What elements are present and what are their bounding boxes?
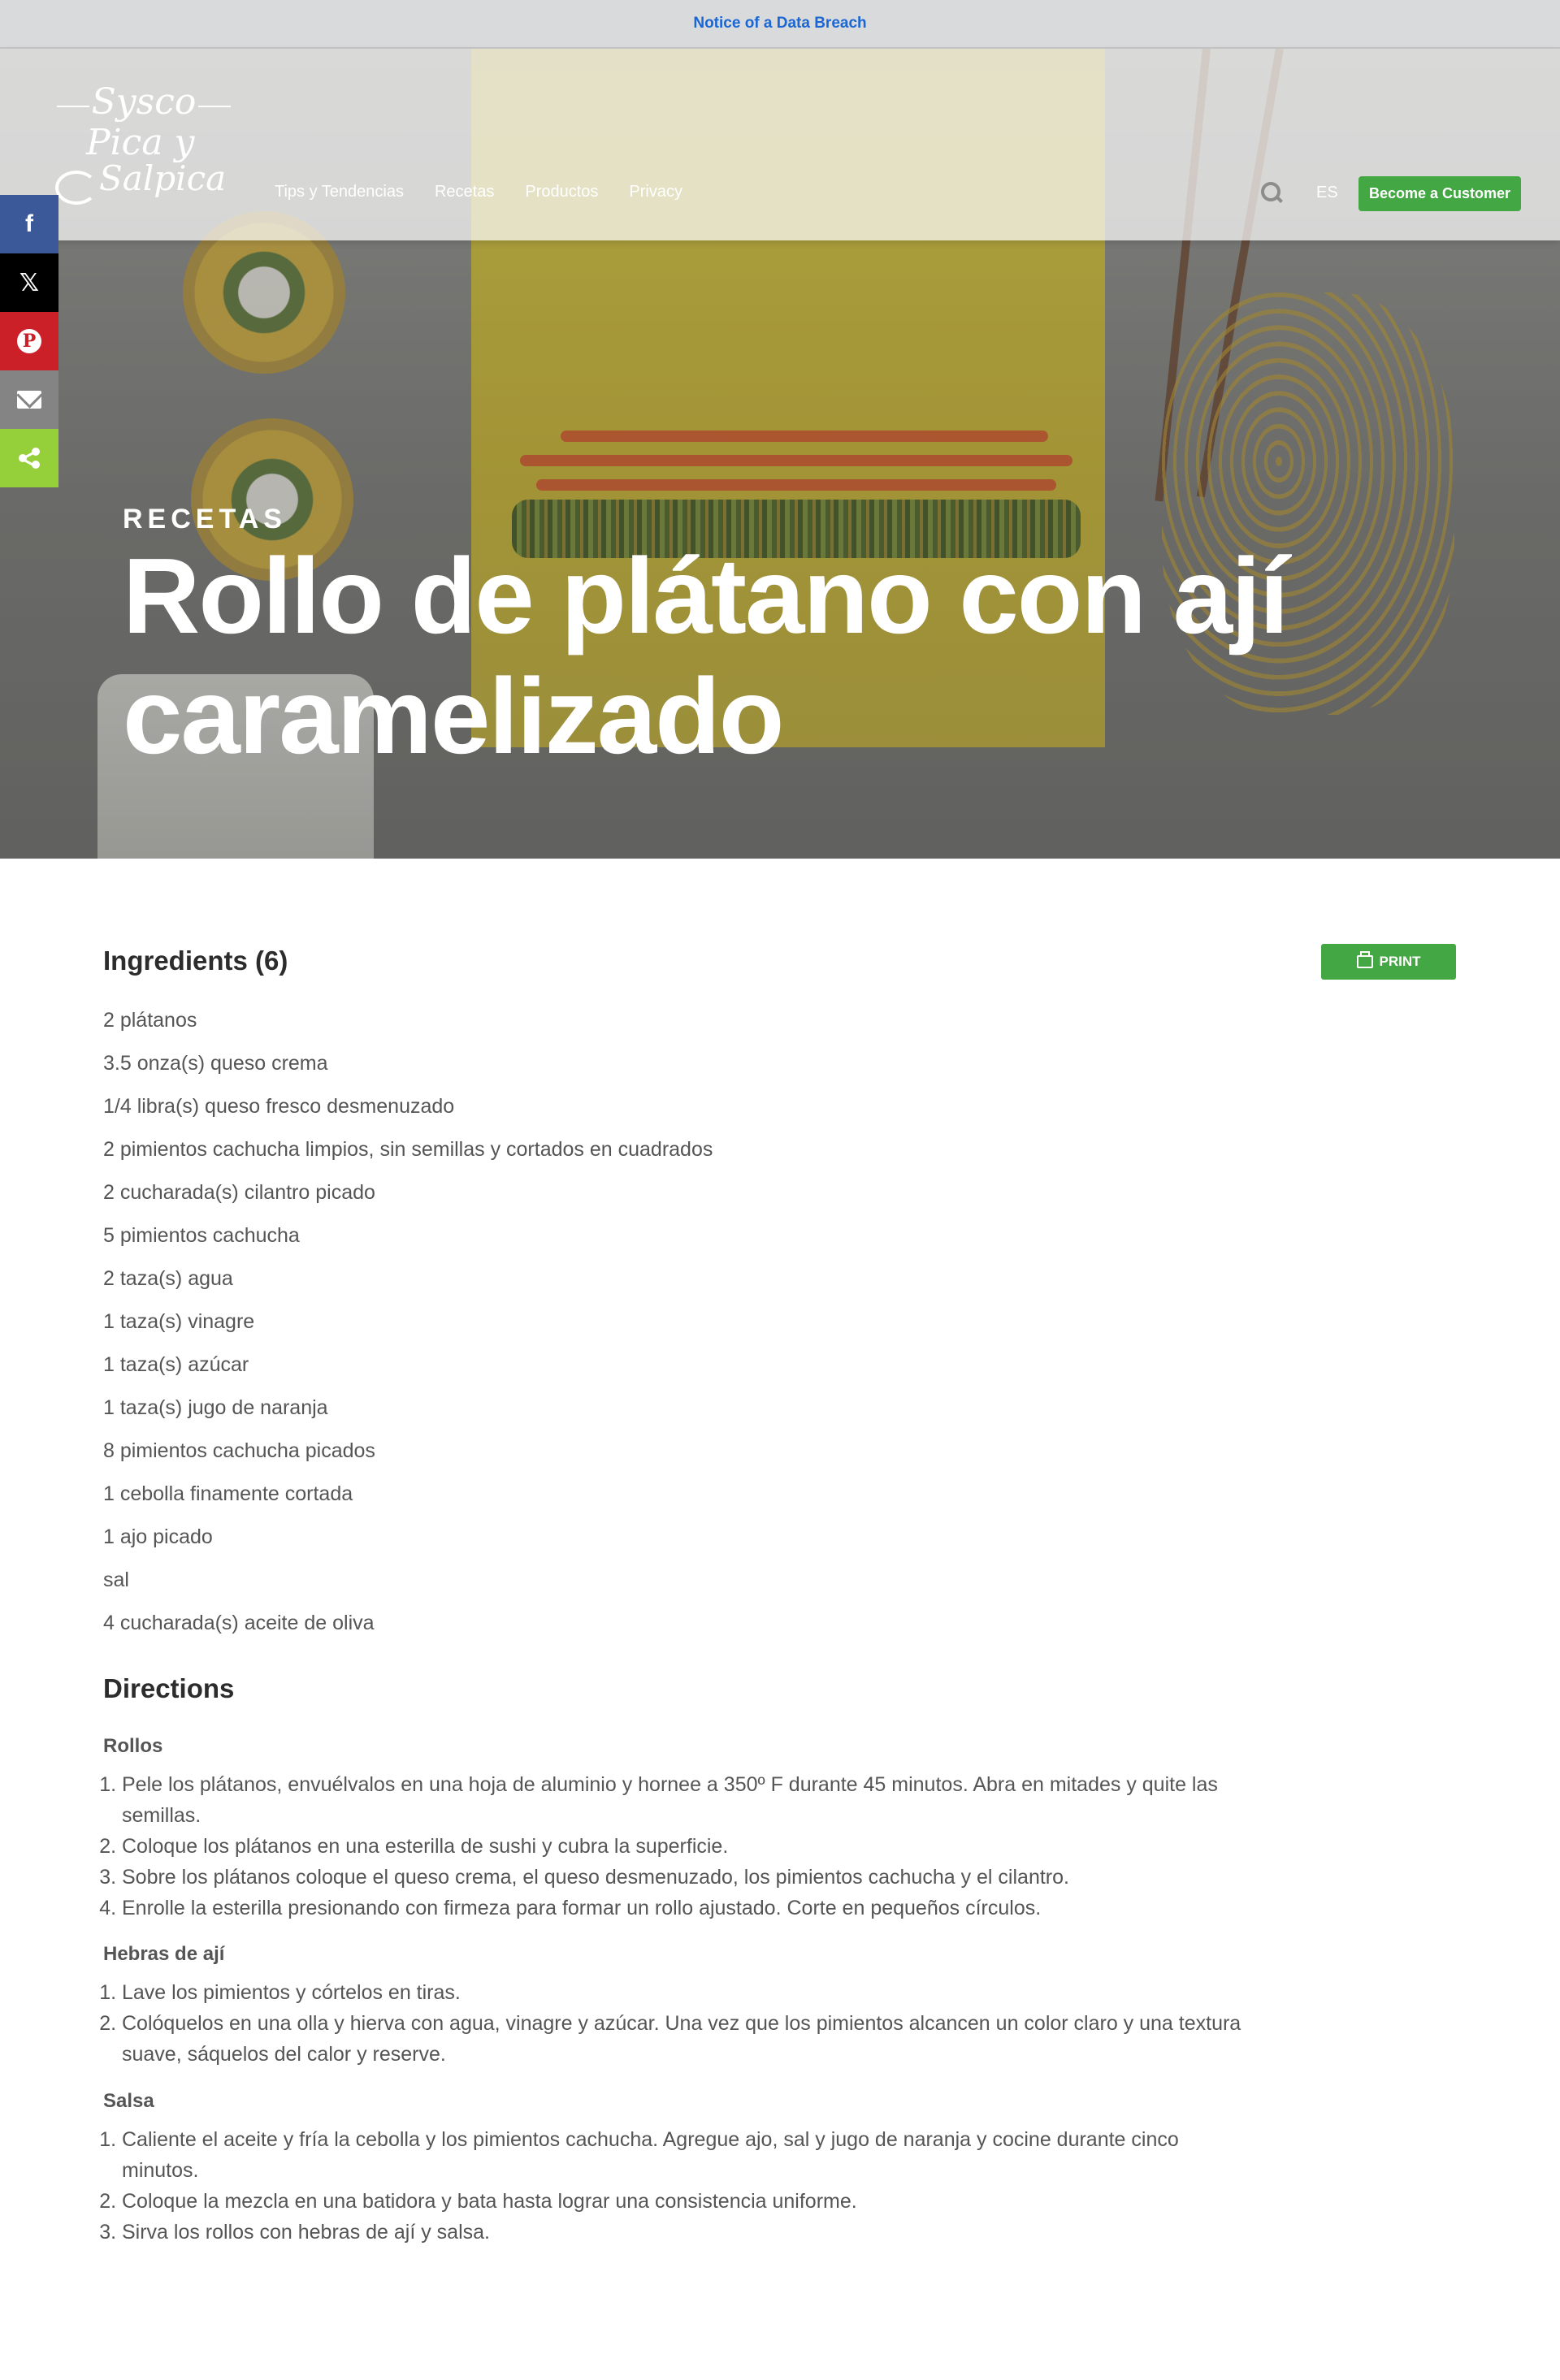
section-heading: Rollos bbox=[103, 1735, 163, 1757]
ingredient-item: 1 taza(s) vinagre bbox=[103, 1310, 255, 1333]
share-rail: f 𝕏 P bbox=[0, 195, 58, 487]
ingredient-item: 1/4 libra(s) queso fresco desmenuzado bbox=[103, 1095, 455, 1118]
step-item: Caliente el aceite y fría la cebolla y l… bbox=[122, 2124, 1251, 2186]
site-logo[interactable]: Sysco Pica y Salpica bbox=[50, 81, 237, 205]
ingredient-item: 2 cucharada(s) cilantro picado bbox=[103, 1181, 375, 1204]
notice-bar: Notice of a Data Breach bbox=[0, 0, 1560, 49]
ingredient-item: 1 taza(s) azúcar bbox=[103, 1353, 249, 1376]
directions-section-rollos: Rollos Pele los plátanos, envuélvalos en… bbox=[103, 1735, 1257, 1923]
logo-line-2: Salpica bbox=[99, 158, 227, 198]
facebook-icon: f bbox=[25, 210, 33, 237]
nav-item-tips[interactable]: Tips y Tendencias bbox=[275, 183, 404, 201]
search-icon[interactable] bbox=[1259, 180, 1284, 205]
logo-brand: Sysco bbox=[50, 81, 237, 123]
ingredient-item: 2 taza(s) agua bbox=[103, 1267, 233, 1290]
directions-section-hebras: Hebras de ají Lave los pimientos y córte… bbox=[103, 1943, 1257, 2070]
ingredient-item: sal bbox=[103, 1569, 129, 1591]
facebook-share-button[interactable]: f bbox=[0, 195, 58, 253]
step-item: Coloque los plátanos en una esterilla de… bbox=[122, 1831, 1251, 1862]
logo-line-1: Pica y bbox=[86, 122, 195, 163]
ingredient-item: 8 pimientos cachucha picados bbox=[103, 1439, 375, 1462]
step-item: Colóquelos en una olla y hierva con agua… bbox=[122, 2008, 1251, 2070]
pinterest-share-button[interactable]: P bbox=[0, 312, 58, 370]
steps-list: Caliente el aceite y fría la cebolla y l… bbox=[103, 2124, 1257, 2248]
main-nav: Tips y Tendencias Recetas Productos Priv… bbox=[275, 183, 682, 201]
share-icon bbox=[17, 446, 41, 470]
site-header: Sysco Pica y Salpica Tips y Tendencias R… bbox=[0, 49, 1560, 240]
ingredient-item: 2 pimientos cachucha limpios, sin semill… bbox=[103, 1138, 713, 1161]
email-share-button[interactable] bbox=[0, 370, 58, 429]
ingredient-item: 1 taza(s) jugo de naranja bbox=[103, 1396, 328, 1419]
ingredient-item: 5 pimientos cachucha bbox=[103, 1224, 300, 1247]
directions-heading: Directions bbox=[103, 1673, 235, 1703]
section-heading: Hebras de ají bbox=[103, 1943, 225, 1965]
category-eyebrow: RECETAS bbox=[123, 504, 287, 534]
x-share-button[interactable]: 𝕏 bbox=[0, 253, 58, 312]
pinterest-icon: P bbox=[17, 329, 41, 353]
print-label: PRINT bbox=[1379, 954, 1421, 969]
ingredient-item: 1 ajo picado bbox=[103, 1525, 213, 1548]
step-item: Enrolle la esterilla presionando con fir… bbox=[122, 1893, 1251, 1923]
printer-icon bbox=[1356, 951, 1373, 968]
ingredient-item: 2 plátanos bbox=[103, 1009, 197, 1032]
nav-item-productos[interactable]: Productos bbox=[525, 183, 598, 201]
ingredients-list: 2 plátanos 3.5 onza(s) queso crema 1/4 l… bbox=[103, 999, 713, 1645]
directions-section-salsa: Salsa Caliente el aceite y fría la cebol… bbox=[103, 2090, 1257, 2248]
ingredient-item: 3.5 onza(s) queso crema bbox=[103, 1052, 328, 1075]
mail-icon bbox=[17, 391, 41, 409]
data-breach-notice-link[interactable]: Notice of a Data Breach bbox=[693, 15, 866, 32]
step-item: Coloque la mezcla en una batidora y bata… bbox=[122, 2186, 1251, 2217]
step-item: Pele los plátanos, envuélvalos en una ho… bbox=[122, 1769, 1251, 1831]
step-item: Sirva los rollos con hebras de ají y sal… bbox=[122, 2217, 1251, 2248]
steps-list: Lave los pimientos y córtelos en tiras. … bbox=[103, 1977, 1257, 2070]
become-customer-button[interactable]: Become a Customer bbox=[1358, 176, 1521, 211]
print-button[interactable]: PRINT bbox=[1321, 944, 1456, 980]
nav-item-recetas[interactable]: Recetas bbox=[435, 183, 494, 201]
recipe-title: Rollo de plátano con ají caramelizado bbox=[123, 536, 1289, 776]
language-switch[interactable]: ES bbox=[1316, 184, 1338, 202]
step-item: Lave los pimientos y córtelos en tiras. bbox=[122, 1977, 1251, 2008]
ingredient-item: 4 cucharada(s) aceite de oliva bbox=[103, 1612, 375, 1634]
x-icon: 𝕏 bbox=[19, 269, 40, 296]
ingredient-item: 1 cebolla finamente cortada bbox=[103, 1482, 353, 1505]
section-heading: Salsa bbox=[103, 2090, 154, 2112]
step-item: Sobre los plátanos coloque el queso crem… bbox=[122, 1862, 1251, 1893]
nav-item-privacy[interactable]: Privacy bbox=[629, 183, 682, 201]
ingredients-heading: Ingredients (6) bbox=[103, 946, 288, 976]
share-button[interactable] bbox=[0, 429, 58, 487]
steps-list: Pele los plátanos, envuélvalos en una ho… bbox=[103, 1769, 1257, 1923]
logo-swirl-icon bbox=[55, 171, 98, 205]
